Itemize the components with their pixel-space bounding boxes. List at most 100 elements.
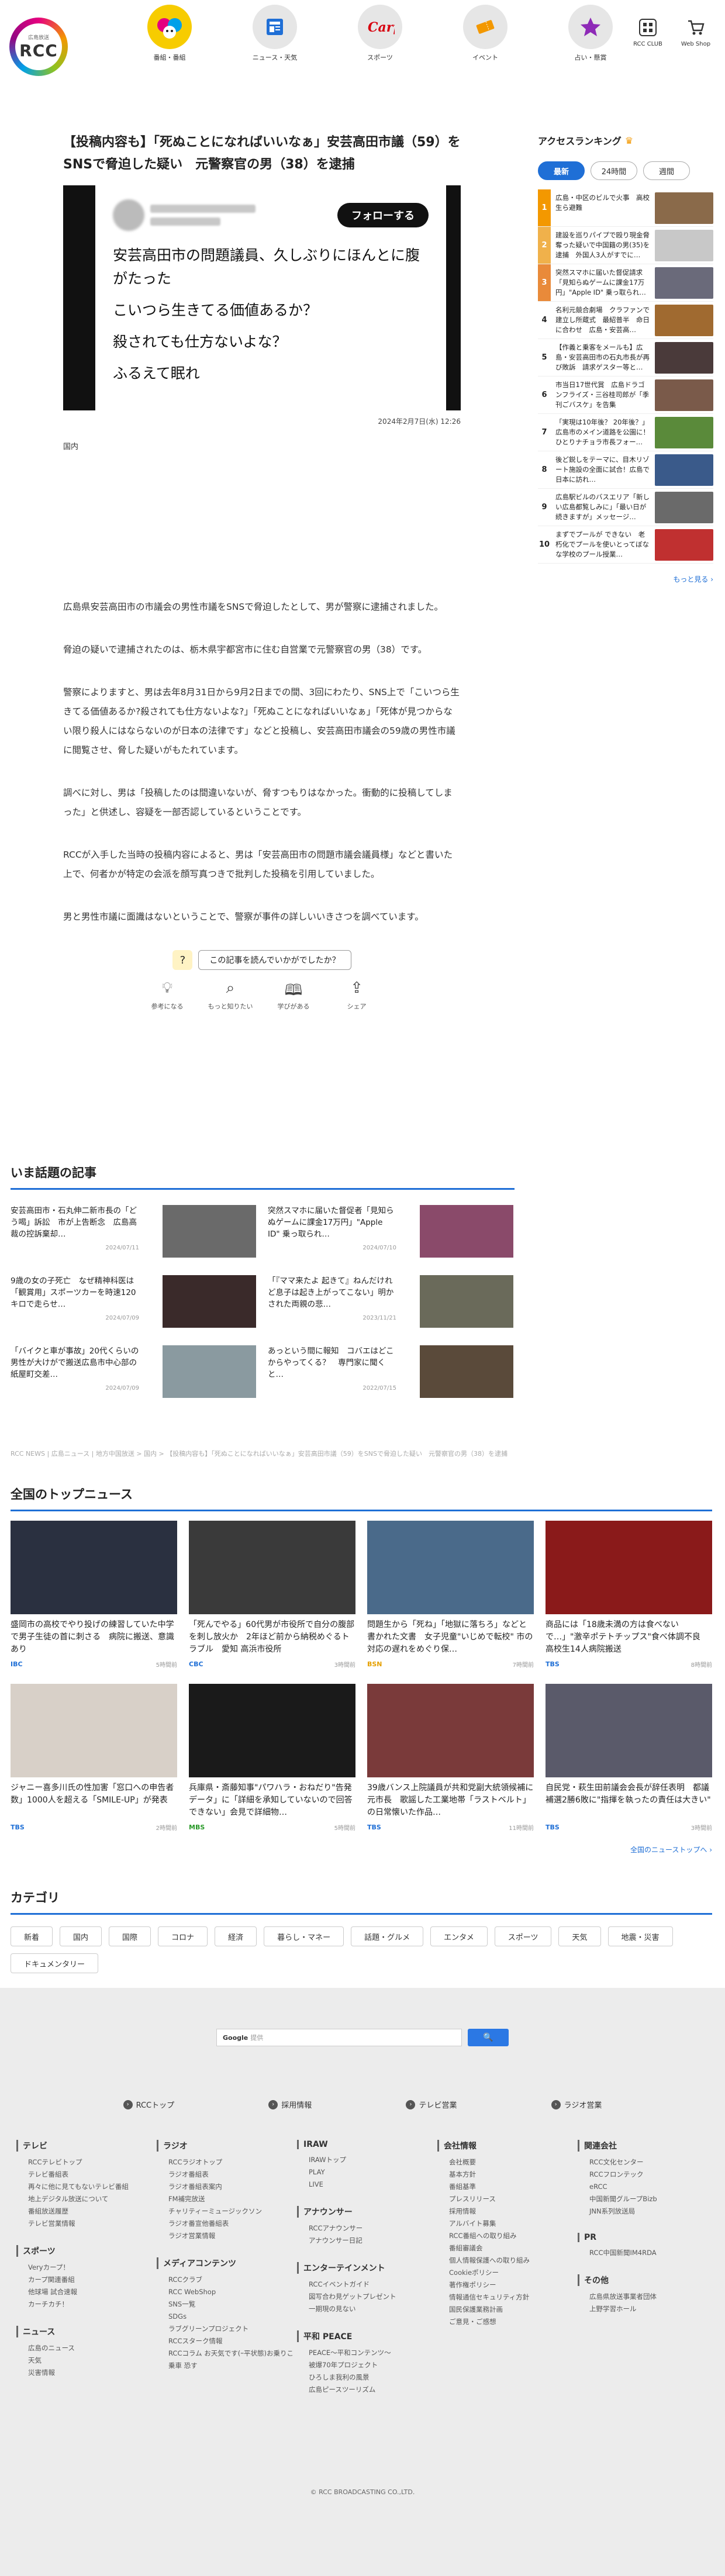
category-button[interactable]: 国際 <box>109 1926 151 1946</box>
footer-link-radio-sales[interactable]: › ラジオ営業 <box>551 2099 602 2110</box>
ranking-item[interactable]: 1 広島・中区のビルで火事 高校生ら避難 <box>538 189 713 227</box>
ranking-more-link[interactable]: もっと見る › <box>538 574 713 584</box>
footer-group-heading[interactable]: テレビ <box>16 2140 157 2152</box>
category-button[interactable]: 暮らし・マネー <box>264 1926 344 1946</box>
top-news-card[interactable]: 39歳バンス上院議員が共和党副大統領候補に 元市長 歌謡した工業地帯「ラストベル… <box>367 1684 534 1832</box>
footer-link-rcc-top[interactable]: › RCCトップ <box>123 2099 174 2110</box>
footer-link[interactable]: ラジオ営業情報 <box>157 2230 297 2242</box>
top-news-card[interactable]: 自民党・萩生田前議会会長が辞任表明 都議補選2勝6敗に"指揮を執ったの責任は大き… <box>546 1684 712 1832</box>
ranking-item[interactable]: 9 広島駅ビルのバスエリア「新しい広島都覧しみに」「最い日が続きますが」メッセージ… <box>538 489 713 526</box>
hot-topic-item[interactable]: 突然スマホに届いた督促者「見知らぬゲームに課金17万円」"Apple ID" 乗… <box>268 1205 513 1258</box>
footer-link[interactable]: 番組審議会 <box>437 2242 578 2254</box>
footer-link[interactable]: ラジオ番組表 <box>157 2168 297 2181</box>
category-button[interactable]: 地震・災害 <box>607 1926 673 1946</box>
feedback-more-button[interactable]: ⌕ もっと知りたい <box>207 979 254 1011</box>
footer-link[interactable]: 一期現の見ない <box>297 2303 437 2315</box>
footer-link-tv-sales[interactable]: › テレビ営業 <box>406 2099 457 2110</box>
ranking-item[interactable]: 6 市当日17世代賞 広島ドラゴンフライズ・三谷桂司郎が「季刊ごバスケ」を告集 <box>538 377 713 414</box>
category-button[interactable]: エンタメ <box>430 1926 488 1946</box>
hot-topic-item[interactable]: あっという間に報知 コバエはどこからやってくる？ 専門家に聞くと… 2022/07… <box>268 1345 513 1398</box>
top-news-card[interactable]: 商品には「18歳未満の方は食べないで…」"激辛ポテトチップス"食べ体調不良 高校… <box>546 1521 712 1669</box>
hot-topic-item[interactable]: 安芸高田市・石丸伸二新市長の「どう喝」訴訟 市が上告断念 広島高裁の控訴棄却… 2… <box>11 1205 256 1258</box>
footer-link[interactable]: RCCコラム お天気です(ｰ平状態)お乗りこ乗車 恐す <box>157 2347 297 2372</box>
footer-link[interactable]: 著作権ポリシー <box>437 2279 578 2291</box>
footer-link[interactable]: JNN系列放送局 <box>578 2205 718 2218</box>
footer-link[interactable]: LIVE <box>297 2178 437 2191</box>
ranking-item[interactable]: 2 建設を巡りパイプで殴り現金脅奪った疑いで中国籍の男(35)を逮捕 外国人3人が… <box>538 227 713 264</box>
footer-link[interactable]: ラブグリーンプロジェクト <box>157 2323 297 2335</box>
footer-group-heading[interactable]: メディアコンテンツ <box>157 2257 297 2269</box>
share-button[interactable]: ⇪ シェア <box>333 979 380 1011</box>
footer-link[interactable]: Veryカープ！ <box>16 2261 157 2274</box>
footer-link[interactable]: PEACE～平和コンテンツ～ <box>297 2347 437 2359</box>
footer-link[interactable]: ご意見・ご感想 <box>437 2316 578 2328</box>
tab-24h[interactable]: 24時間 <box>591 161 637 180</box>
footer-link[interactable]: 番組放送履歴 <box>16 2205 157 2218</box>
footer-link[interactable]: 広島ピースツーリズム <box>297 2384 437 2396</box>
tab-latest[interactable]: 最新 <box>538 161 585 180</box>
footer-group-heading[interactable]: スポーツ <box>16 2245 157 2257</box>
footer-link[interactable]: 番組基準 <box>437 2181 578 2193</box>
footer-link[interactable]: 情報通信セキュリティ方針 <box>437 2291 578 2304</box>
footer-link[interactable]: RCC中国新聞IM4RDA <box>578 2247 718 2259</box>
footer-link[interactable]: IRAWトップ <box>297 2154 437 2166</box>
category-button[interactable]: ドキュメンタリー <box>11 1953 99 1973</box>
footer-link[interactable]: RCCスターク情報 <box>157 2335 297 2347</box>
footer-group-heading[interactable]: ラジオ <box>157 2140 297 2152</box>
footer-link[interactable]: 広島県放送事業者団体 <box>578 2291 718 2303</box>
footer-link[interactable]: テレビ番組表 <box>16 2168 157 2181</box>
ranking-item[interactable]: 4 名利元競合劇場 クラファンで建立し所蔵式 最紹普半 命日に合わせ 広島・安芸高… <box>538 302 713 339</box>
feedback-helpful-button[interactable]: 💡︎ 参考になる <box>144 979 191 1011</box>
footer-group-heading[interactable]: IRAW <box>297 2140 437 2149</box>
footer-link[interactable]: eRCC <box>578 2181 718 2193</box>
category-button[interactable]: 国内 <box>60 1926 102 1946</box>
footer-link[interactable]: チャリティーミュージックソン <box>157 2205 297 2218</box>
footer-link[interactable]: RCCクラブ <box>157 2274 297 2286</box>
footer-link[interactable]: 再々に他に見てもないテレビ番組 <box>16 2181 157 2193</box>
footer-link[interactable]: Cookieポリシー <box>437 2267 578 2279</box>
footer-link[interactable]: 会社概要 <box>437 2156 578 2168</box>
footer-link-recruit[interactable]: › 採用情報 <box>268 2099 312 2110</box>
footer-link[interactable]: 中国新聞グループBizb <box>578 2193 718 2205</box>
category-button[interactable]: 新着 <box>11 1926 53 1946</box>
footer-link[interactable]: RCCフロンテック <box>578 2168 718 2181</box>
search-input[interactable]: Google 提供 <box>216 2029 462 2046</box>
footer-link[interactable]: 天気 <box>16 2354 157 2367</box>
footer-link[interactable]: ラジオ番組表案内 <box>157 2181 297 2193</box>
hot-topic-item[interactable]: 「『ママ来たよ 起きて』ねんだけれど息子は起き上がってこない」明かされた両親の悲… <box>268 1275 513 1328</box>
footer-group-heading[interactable]: 平和 PEACE <box>297 2330 437 2342</box>
footer-link[interactable]: SDGs <box>157 2311 297 2323</box>
web-shop-link[interactable]: Web Shop <box>678 18 713 47</box>
footer-link[interactable]: 採用情報 <box>437 2205 578 2218</box>
top-news-more-link[interactable]: 全国のニューストップへ › <box>11 1845 712 1855</box>
nav-item-fortune[interactable]: 占い・懸賞 <box>538 5 643 62</box>
footer-link[interactable]: RCC WebShop <box>157 2286 297 2298</box>
rcc-logo[interactable]: 広島放送 RCC <box>9 18 68 76</box>
footer-link[interactable]: ひろしま我利の風景 <box>297 2371 437 2384</box>
footer-link[interactable]: RCC番組への取り組み <box>437 2230 578 2242</box>
ranking-item[interactable]: 8 後ど鋭しをテーマに、目木リゾート施設の全面に試合！広島で日本に訪れ… <box>538 451 713 489</box>
footer-link[interactable]: RCC文化センター <box>578 2156 718 2168</box>
nav-item-news[interactable]: ニュース・天気 <box>222 5 327 62</box>
footer-link[interactable]: RCCアナウンサー <box>297 2222 437 2235</box>
ranking-item[interactable]: 10 まずでプールが できない 老朽化でプールを使いとってぼなな学校のプール授業… <box>538 526 713 564</box>
footer-link[interactable]: 災害情報 <box>16 2367 157 2379</box>
top-news-card[interactable]: 盛岡市の高校でやり投げの練習していた中学で男子生徒の首に刺さる 病院に搬送、意識… <box>11 1521 177 1669</box>
nav-item-sports[interactable]: Carp スポーツ <box>327 5 433 62</box>
footer-link[interactable]: 図写合わ見ゲットプレゼント <box>297 2291 437 2303</box>
search-button[interactable]: 🔍 <box>468 2029 509 2046</box>
footer-link[interactable]: SNS一覧 <box>157 2298 297 2311</box>
footer-group-heading[interactable]: アナウンサー <box>297 2206 437 2218</box>
category-button[interactable]: スポーツ <box>494 1926 552 1946</box>
top-news-card[interactable]: 兵庫県・斎藤知事"パワハラ・おねだり"告発データ」に「詳細を承知していないので回… <box>189 1684 355 1832</box>
hot-topic-item[interactable]: 「バイクと車が事故」20代くらいの男性が大けがで搬送広島市中心部の紙屋町交差… 2… <box>11 1345 256 1398</box>
ranking-item[interactable]: 3 突然スマホに届いた督促請求「見知らぬゲームに課金17万円」"Apple ID"… <box>538 264 713 302</box>
footer-link[interactable]: 国民保護業務計画 <box>437 2304 578 2316</box>
category-button[interactable]: 話題・グルメ <box>351 1926 424 1946</box>
category-button[interactable]: 天気 <box>558 1926 601 1946</box>
footer-link[interactable]: アルバイト募集 <box>437 2218 578 2230</box>
footer-group-heading[interactable]: 会社情報 <box>437 2140 578 2152</box>
footer-link[interactable]: 広島のニュース <box>16 2342 157 2354</box>
footer-group-heading[interactable]: エンターテインメント <box>297 2262 437 2274</box>
footer-group-heading[interactable]: PR <box>578 2233 718 2242</box>
